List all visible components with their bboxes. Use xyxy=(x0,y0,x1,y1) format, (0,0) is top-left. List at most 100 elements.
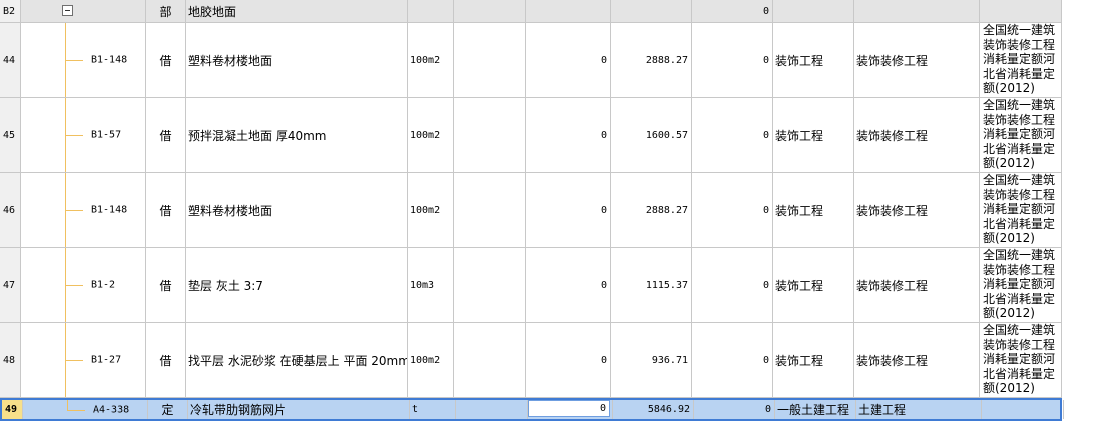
name-cell[interactable]: 冷轧带肋钢筋网片 xyxy=(188,400,410,419)
table-row[interactable]: 46 B1-148 借 塑料卷材楼地面 100m2 0 2888.27 0 装饰… xyxy=(0,173,1062,248)
name-cell[interactable]: 预拌混凝土地面 厚40mm xyxy=(186,98,408,172)
row-number: 45 xyxy=(0,98,21,172)
tree-cell xyxy=(21,0,146,22)
price-cell: 5846.92 xyxy=(613,400,694,419)
type-cell: 借 xyxy=(146,98,186,172)
value-input[interactable]: 0 xyxy=(528,400,610,417)
class-cell[interactable]: 土建工程 xyxy=(856,400,982,419)
type-cell: 借 xyxy=(146,173,186,247)
tree-cell: A4-338 xyxy=(23,400,148,419)
unit-cell xyxy=(408,0,454,22)
quota-code: B1-148 xyxy=(91,54,128,66)
library-cell: 全国统一建筑装饰装修工程消耗量定额河北省消耗量定额(2012) xyxy=(980,98,1062,172)
value-cell[interactable]: 0 xyxy=(526,323,611,397)
major-cell[interactable]: 装饰工程 xyxy=(773,98,854,172)
quantity-cell xyxy=(454,0,526,22)
library-cell: 全国统一建筑装饰装修工程消耗量定额河北省消耗量定额(2012) xyxy=(980,23,1062,97)
class-cell[interactable]: 装饰装修工程 xyxy=(854,98,980,172)
quantity-cell[interactable] xyxy=(454,323,526,397)
tree-cell: B1-2 xyxy=(21,248,146,322)
table-row[interactable]: 45 B1-57 借 预拌混凝土地面 厚40mm 100m2 0 1600.57… xyxy=(0,98,1062,173)
tree-cell: B1-148 xyxy=(21,23,146,97)
row-number: B2 xyxy=(0,0,21,22)
total-cell: 0 xyxy=(692,323,773,397)
unit-cell[interactable]: 100m2 xyxy=(408,323,454,397)
name-cell[interactable]: 垫层 灰土 3:7 xyxy=(186,248,408,322)
type-cell: 借 xyxy=(146,323,186,397)
quantity-cell[interactable] xyxy=(454,173,526,247)
price-cell: 2888.27 xyxy=(611,23,692,97)
tree-cell: B1-27 xyxy=(21,323,146,397)
unit-cell[interactable]: 100m2 xyxy=(408,173,454,247)
value-cell[interactable]: 0 xyxy=(526,248,611,322)
tree-branch xyxy=(65,210,83,211)
class-cell xyxy=(854,0,980,22)
name-cell[interactable]: 塑料卷材楼地面 xyxy=(186,23,408,97)
value-cell[interactable]: 0 xyxy=(526,23,611,97)
price-cell: 1115.37 xyxy=(611,248,692,322)
unit-cell[interactable]: t xyxy=(410,400,456,419)
collapse-minus-icon[interactable] xyxy=(62,5,73,16)
class-cell[interactable]: 装饰装修工程 xyxy=(854,23,980,97)
table-row[interactable]: 48 B1-27 借 找平层 水泥砂浆 在硬基层上 平面 20mm 100m2 … xyxy=(0,323,1062,398)
unit-cell[interactable]: 10m3 xyxy=(408,248,454,322)
tree-branch xyxy=(65,60,83,61)
unit-cell[interactable]: 100m2 xyxy=(408,98,454,172)
library-cell: 全国统一建筑装饰装修工程消耗量定额河北省消耗量定额(2012) xyxy=(980,248,1062,322)
library-cell xyxy=(982,400,1064,419)
major-cell[interactable]: 一般土建工程 xyxy=(775,400,856,419)
row-number: 47 xyxy=(0,248,21,322)
quota-code: A4-338 xyxy=(93,404,130,415)
total-cell: 0 xyxy=(692,248,773,322)
price-cell: 936.71 xyxy=(611,323,692,397)
unit-cell[interactable]: 100m2 xyxy=(408,23,454,97)
value-cell[interactable]: 0 xyxy=(526,98,611,172)
tree-line xyxy=(67,400,68,410)
row-number: 48 xyxy=(0,323,21,397)
row-number: 49 xyxy=(2,400,23,419)
table-row[interactable]: 44 B1-148 借 塑料卷材楼地面 100m2 0 2888.27 0 装饰… xyxy=(0,23,1062,98)
total-cell: 0 xyxy=(692,98,773,172)
total-cell: 0 xyxy=(694,400,775,419)
tree-branch xyxy=(65,285,83,286)
class-cell[interactable]: 装饰装修工程 xyxy=(854,173,980,247)
type-cell: 借 xyxy=(146,23,186,97)
major-cell[interactable]: 装饰工程 xyxy=(773,173,854,247)
price-cell xyxy=(611,0,692,22)
tree-branch xyxy=(65,135,83,136)
quantity-cell[interactable] xyxy=(456,400,528,419)
row-number: 44 xyxy=(0,23,21,97)
quota-code: B1-2 xyxy=(91,279,116,291)
quantity-cell[interactable] xyxy=(454,23,526,97)
class-cell[interactable]: 装饰装修工程 xyxy=(854,248,980,322)
major-cell[interactable]: 装饰工程 xyxy=(773,23,854,97)
library-cell xyxy=(980,0,1062,22)
value-cell xyxy=(526,0,611,22)
price-cell: 2888.27 xyxy=(611,173,692,247)
name-cell[interactable]: 找平层 水泥砂浆 在硬基层上 平面 20mm xyxy=(186,323,408,397)
major-cell[interactable]: 装饰工程 xyxy=(773,323,854,397)
value-cell[interactable]: 0 xyxy=(526,173,611,247)
type-cell: 定 xyxy=(148,400,188,419)
major-cell[interactable]: 装饰工程 xyxy=(773,248,854,322)
major-cell xyxy=(773,0,854,22)
table-row[interactable]: 47 B1-2 借 垫层 灰土 3:7 10m3 0 1115.37 0 装饰工… xyxy=(0,248,1062,323)
tree-cell: B1-148 xyxy=(21,173,146,247)
tree-branch xyxy=(67,409,85,411)
section-row[interactable]: B2 部 地胶地面 0 xyxy=(0,0,1062,23)
quota-code: B1-27 xyxy=(91,354,122,366)
type-cell: 借 xyxy=(146,248,186,322)
name-cell[interactable]: 塑料卷材楼地面 xyxy=(186,173,408,247)
quota-code: B1-148 xyxy=(91,204,128,216)
tree-cell: B1-57 xyxy=(21,98,146,172)
name-cell[interactable]: 地胶地面 xyxy=(186,0,408,22)
library-cell: 全国统一建筑装饰装修工程消耗量定额河北省消耗量定额(2012) xyxy=(980,323,1062,397)
total-cell: 0 xyxy=(692,0,773,22)
total-cell: 0 xyxy=(692,23,773,97)
quota-code: B1-57 xyxy=(91,129,122,141)
quantity-cell[interactable] xyxy=(454,98,526,172)
class-cell[interactable]: 装饰装修工程 xyxy=(854,323,980,397)
total-cell: 0 xyxy=(692,173,773,247)
quantity-cell[interactable] xyxy=(454,248,526,322)
tree-branch xyxy=(65,360,83,361)
